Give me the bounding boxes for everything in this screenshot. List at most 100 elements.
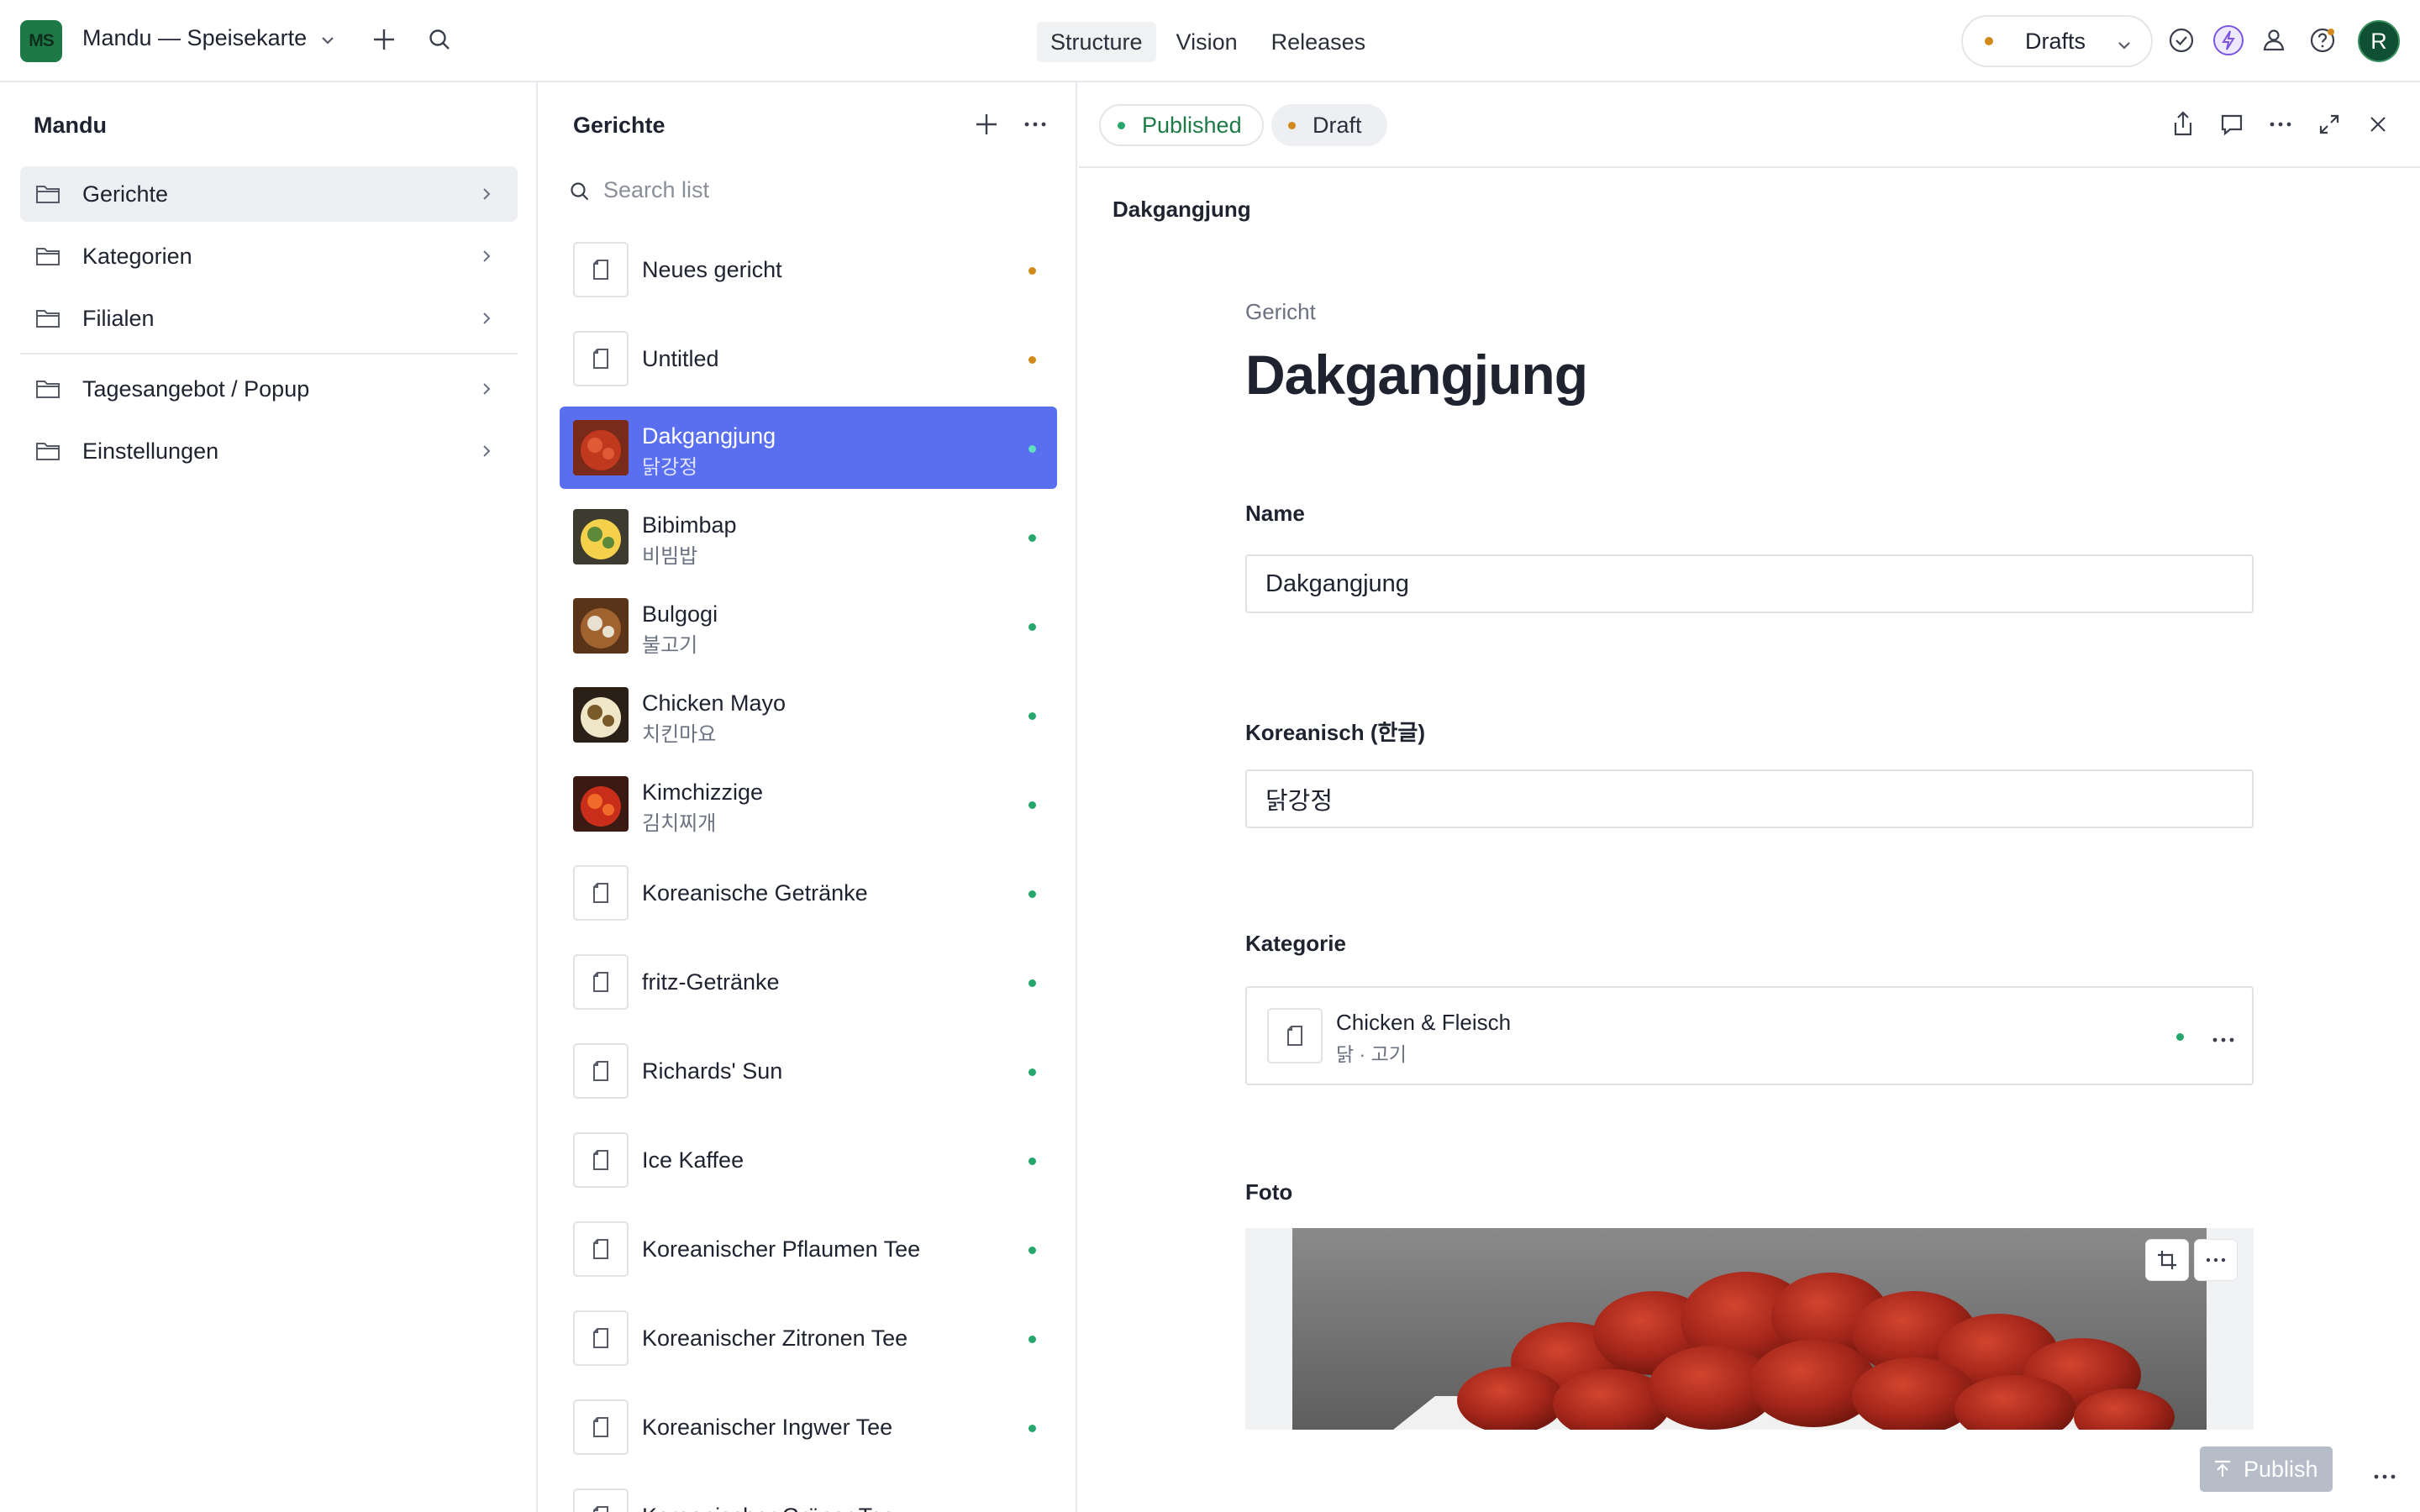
published-status-pill[interactable]: Published [1099, 104, 1264, 146]
structure-item-tagesangebot[interactable]: Tagesangebot / Popup [20, 361, 518, 417]
published-status-dot [1028, 979, 1036, 987]
comment-icon[interactable] [2218, 111, 2245, 138]
search-icon[interactable] [425, 25, 454, 54]
workspace-badge[interactable]: MS [20, 20, 62, 62]
published-status-dot [1028, 1336, 1036, 1343]
list-item[interactable]: fritz-Getränke [560, 941, 1057, 1023]
list-item-title: Koreanischer Pflaumen Tee [642, 1236, 921, 1262]
field-label-name: Name [1245, 501, 1305, 526]
published-status-dot [1028, 534, 1036, 542]
chevron-right-icon [479, 186, 494, 202]
folder-icon [35, 245, 60, 267]
structure-item-filialen[interactable]: Filialen [20, 291, 518, 346]
published-status-dot [1028, 1158, 1036, 1165]
editor-header: Published Draft [1079, 82, 2420, 168]
list-item[interactable]: Koreanischer Ingwer Tee [560, 1386, 1057, 1468]
list-item[interactable]: Bulgogi 불고기 [560, 585, 1057, 667]
list-item-subtitle: 닭강정 [642, 456, 698, 479]
published-label: Published [1142, 112, 1242, 138]
document-icon [573, 1043, 629, 1099]
user-avatar[interactable]: R [2358, 20, 2400, 62]
tab-vision[interactable]: Vision [1163, 22, 1251, 62]
tab-structure[interactable]: Structure [1037, 22, 1156, 62]
expand-icon[interactable] [2316, 111, 2343, 138]
folder-icon [35, 307, 60, 329]
more-icon[interactable] [1022, 111, 1049, 138]
publish-label: Publish [2244, 1456, 2318, 1482]
list-item[interactable]: Ice Kaffee [560, 1119, 1057, 1201]
list-item[interactable]: Dakgangjung 닭강정 [560, 407, 1057, 489]
list-item-title: Dakgangjung [642, 423, 776, 449]
more-icon[interactable] [2371, 1463, 2398, 1490]
document-icon [1267, 1008, 1323, 1063]
draft-status-dot [1985, 37, 1993, 45]
plus-icon[interactable] [973, 111, 1000, 138]
list-item[interactable]: Koreanischer Zitronen Tee [560, 1297, 1057, 1379]
tool-tabs: Structure Vision Releases [1037, 22, 1379, 62]
document-title: Dakgangjung [1245, 344, 1588, 406]
pane-title: Mandu [34, 113, 107, 138]
close-icon[interactable] [2365, 111, 2391, 138]
search-bar [568, 173, 1039, 207]
list-item-title: Koreanischer Ingwer Tee [642, 1415, 893, 1440]
tab-releases[interactable]: Releases [1258, 22, 1380, 62]
check-circle-icon[interactable] [2166, 25, 2196, 55]
published-status-dot [1028, 890, 1036, 898]
perspective-label: Drafts [2025, 28, 2086, 54]
dish-thumbnail [573, 776, 629, 832]
list-item[interactable]: Koreanischer Pflaumen Tee [560, 1208, 1057, 1290]
category-reference[interactable]: Chicken & Fleisch 닭 · 고기 [1245, 986, 2254, 1085]
list-item[interactable]: Bibimbap 비빔밥 [560, 496, 1057, 578]
help-icon[interactable] [2307, 25, 2338, 55]
field-label-category: Kategorie [1245, 931, 1346, 956]
more-icon[interactable] [2267, 111, 2294, 138]
publish-icon [2212, 1458, 2233, 1480]
crop-icon[interactable] [2146, 1240, 2188, 1280]
structure-item-kategorien[interactable]: Kategorien [20, 228, 518, 284]
publish-button[interactable]: Publish [2200, 1446, 2333, 1492]
korean-field[interactable]: 닭강정 [1245, 769, 2254, 828]
dish-thumbnail [573, 598, 629, 654]
workspace-name[interactable]: Mandu — Speisekarte [82, 25, 307, 51]
list-item-title: fritz-Getränke [642, 969, 780, 995]
draft-status-dot [1028, 356, 1036, 364]
field-label-korean: Koreanisch (한글) [1245, 720, 1425, 745]
list-item-title: Kimchizzige [642, 780, 764, 805]
dish-thumbnail [573, 420, 629, 475]
structure-item-gerichte[interactable]: Gerichte [20, 166, 518, 222]
list-item-title: Koreanischer Zitronen Tee [642, 1326, 908, 1351]
document-editor-pane: Published Draft Dakgangjung Gericht Dakg… [1079, 82, 2420, 1512]
list-item-title: Bibimbap [642, 512, 737, 538]
list-item[interactable]: Koreanischer Grüner Tee [560, 1475, 1057, 1512]
document-icon [573, 865, 629, 921]
search-input[interactable] [603, 173, 1023, 207]
list-item[interactable]: Richards' Sun [560, 1030, 1057, 1112]
perspective-select[interactable]: Drafts [1961, 15, 2153, 67]
list-item-title: Koreanischer Grüner Tee [642, 1504, 895, 1512]
folder-icon [35, 378, 60, 400]
chevron-down-icon[interactable] [319, 32, 336, 49]
plus-icon[interactable] [370, 25, 398, 54]
presence-icon[interactable] [2259, 25, 2289, 55]
list-item[interactable]: Untitled [560, 318, 1057, 400]
document-icon [573, 331, 629, 386]
list-item[interactable]: Koreanische Getränke [560, 852, 1057, 934]
list-item[interactable]: Neues gericht [560, 228, 1057, 311]
structure-item-label: Kategorien [82, 243, 192, 269]
chevron-right-icon [479, 381, 494, 396]
list-item-subtitle: 불고기 [642, 634, 698, 657]
list-item[interactable]: Kimchizzige 김치찌개 [560, 763, 1057, 845]
more-icon[interactable] [2195, 1240, 2237, 1280]
draft-status-dot [1028, 267, 1036, 275]
draft-status-pill[interactable]: Draft [1271, 104, 1387, 146]
share-icon[interactable] [2170, 109, 2196, 138]
structure-item-einstellungen[interactable]: Einstellungen [20, 423, 518, 479]
dish-thumbnail [573, 509, 629, 564]
folder-icon [35, 440, 60, 462]
photo-field[interactable] [1245, 1228, 2254, 1430]
published-status-dot [2176, 1033, 2184, 1041]
more-icon[interactable] [2210, 1026, 2237, 1053]
list-item[interactable]: Chicken Mayo 치킨마요 [560, 674, 1057, 756]
bolt-icon[interactable] [2212, 24, 2245, 57]
name-field[interactable]: Dakgangjung [1245, 554, 2254, 613]
